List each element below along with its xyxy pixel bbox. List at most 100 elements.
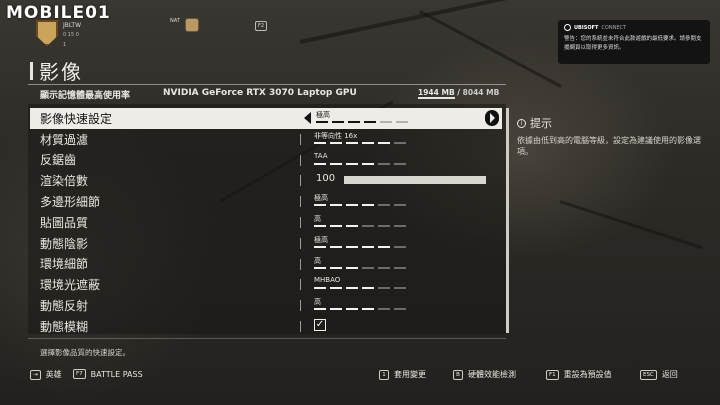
info-icon: i bbox=[517, 118, 526, 128]
footer-label: 返回 bbox=[661, 370, 678, 379]
footer-heroes-button[interactable]: ⇥ 英雄 bbox=[30, 369, 62, 380]
tip-body: 依據由低到高的電腦等級，設定為建議使用的影像選項。 bbox=[517, 136, 701, 156]
setting-label: 影像快速設定 bbox=[40, 111, 113, 126]
quality-level-segment bbox=[394, 245, 406, 248]
player-card[interactable]: JBLTW 0 15 0 1 bbox=[36, 20, 156, 58]
vram-separator: / bbox=[454, 88, 463, 97]
quality-level-segment bbox=[330, 245, 342, 248]
setting-row-dynamic-shadows[interactable]: 動態陰影 極高 bbox=[30, 233, 502, 254]
faction-emblem-icon bbox=[185, 18, 199, 32]
footer-label: BATTLE PASS bbox=[90, 369, 143, 379]
row-divider bbox=[300, 154, 301, 166]
quality-level-segment bbox=[314, 162, 326, 165]
setting-label: 貼圖品質 bbox=[40, 215, 89, 230]
setting-value: 高 bbox=[314, 256, 321, 265]
setting-row-quick-preset[interactable]: 影像快速設定 極高 bbox=[30, 108, 502, 129]
ubisoft-warning-text: 警告：您的系統並未符合此款遊戲的最低要求。請參閱支援網頁以取得更多資訊。 bbox=[564, 36, 702, 51]
quality-level-bar bbox=[314, 224, 406, 227]
quality-level-segment bbox=[394, 204, 406, 207]
quality-level-bar bbox=[314, 204, 406, 207]
quality-level-segment bbox=[378, 224, 390, 227]
setting-row-anti-aliasing[interactable]: 反鋸齒 TAA bbox=[30, 150, 502, 171]
settings-scrollbar[interactable] bbox=[506, 108, 509, 333]
f7-key-icon: F7 bbox=[73, 369, 86, 379]
quality-level-segment bbox=[378, 308, 390, 311]
previous-option-arrow-icon[interactable] bbox=[304, 112, 311, 124]
setting-row-ambient-occlusion[interactable]: 環境光遮蔽 MHBAO bbox=[30, 274, 502, 295]
quality-level-bar bbox=[314, 308, 406, 311]
vram-value: 1944 MB / 8044 MB bbox=[418, 88, 499, 99]
row-divider bbox=[300, 258, 301, 270]
setting-row-environment-detail[interactable]: 環境細節 高 bbox=[30, 254, 502, 275]
quality-level-segment bbox=[330, 266, 342, 269]
setting-row-render-scale[interactable]: 渲染倍數 100 bbox=[30, 170, 502, 191]
quality-level-segment bbox=[362, 266, 374, 269]
ubisoft-connect-label: CONNECT bbox=[601, 24, 627, 31]
description-divider bbox=[28, 338, 506, 339]
footer-battle-pass-button[interactable]: F7 BATTLE PASS bbox=[73, 369, 143, 379]
quality-level-segment bbox=[396, 121, 408, 123]
page-title: 影像 bbox=[39, 60, 83, 84]
quality-level-segment bbox=[346, 245, 358, 248]
footer-back-button[interactable]: ESC 返回 bbox=[640, 369, 678, 380]
quality-level-segment bbox=[314, 141, 326, 144]
quality-level-segment bbox=[330, 224, 342, 227]
quality-level-segment bbox=[362, 308, 374, 311]
render-scale-slider[interactable] bbox=[344, 176, 486, 185]
scrollbar-thumb[interactable] bbox=[506, 108, 509, 333]
tab-key-icon: ⇥ bbox=[30, 369, 41, 380]
render-scale-value: 100 bbox=[316, 173, 336, 185]
quality-level-segment bbox=[362, 245, 374, 248]
setting-row-dynamic-reflections[interactable]: 動態反射 高 bbox=[30, 295, 502, 316]
tip-panel: i 提示 依據由低到高的電腦等級，設定為建議使用的影像選項。 bbox=[517, 115, 707, 157]
setting-row-motion-blur[interactable]: 動態模糊 ✓ bbox=[30, 316, 502, 337]
ubisoft-brand: UBISOFT bbox=[574, 24, 599, 31]
setting-value: 高 bbox=[314, 298, 321, 307]
ubisoft-connect-notification[interactable]: UBISOFT CONNECT 警告：您的系統並未符合此款遊戲的最低要求。請參閱… bbox=[558, 20, 710, 64]
setting-value: 極高 bbox=[314, 194, 328, 203]
faction-tag: NAT bbox=[170, 18, 180, 24]
player-name: JBLTW bbox=[63, 22, 81, 29]
quality-level-segment bbox=[394, 287, 406, 290]
quality-level-bar bbox=[314, 162, 406, 165]
setting-value: TAA bbox=[314, 151, 328, 160]
setting-row-texture-quality[interactable]: 貼圖品質 高 bbox=[30, 212, 502, 233]
setting-label: 動態模糊 bbox=[40, 319, 89, 334]
quality-level-segment bbox=[330, 308, 342, 311]
next-option-arrow-icon[interactable] bbox=[485, 110, 499, 126]
motion-blur-checkbox[interactable]: ✓ bbox=[314, 318, 326, 331]
setting-description: 選擇影像品質的快速設定。 bbox=[40, 348, 130, 357]
vram-used: 1944 MB bbox=[418, 88, 455, 99]
footer-benchmark-button[interactable]: B 硬體效能檢測 bbox=[453, 369, 516, 380]
row-divider bbox=[300, 196, 301, 208]
setting-row-texture-filtering[interactable]: 材質過濾 非等向性 16x bbox=[30, 129, 502, 150]
esc-key-icon: ESC bbox=[640, 369, 657, 380]
emblem-icon bbox=[36, 20, 58, 46]
quality-level-bar bbox=[316, 121, 408, 123]
setting-value: 高 bbox=[314, 214, 321, 223]
footer-label: 套用變更 bbox=[394, 370, 426, 379]
row-divider bbox=[300, 279, 301, 291]
quality-level-segment bbox=[362, 224, 374, 227]
graphics-settings-list: 影像快速設定 極高 材質過濾 非等向性 16x 反鋸齒 TAA 渲染倍數 100… bbox=[30, 108, 502, 337]
row-divider bbox=[300, 175, 301, 187]
setting-value: 非等向性 16x bbox=[314, 131, 358, 140]
setting-label: 多邊形細節 bbox=[40, 195, 101, 210]
setting-value: 極高 bbox=[316, 111, 330, 119]
quality-level-segment bbox=[314, 266, 326, 269]
quality-level-segment bbox=[362, 287, 374, 290]
setting-label: 環境光遮蔽 bbox=[40, 278, 101, 293]
footer-reset-defaults-button[interactable]: F1 重設為預設值 bbox=[546, 369, 612, 380]
quality-level-segment bbox=[362, 162, 374, 165]
f2-hotkey[interactable]: F2 bbox=[255, 21, 268, 31]
quality-level-segment bbox=[394, 162, 406, 165]
quality-level-segment bbox=[330, 204, 342, 207]
player-stats: 0 15 0 bbox=[63, 32, 79, 38]
quality-level-segment bbox=[314, 287, 326, 290]
quality-level-segment bbox=[346, 162, 358, 165]
quality-level-segment bbox=[364, 121, 376, 123]
setting-row-geometry-detail[interactable]: 多邊形細節 極高 bbox=[30, 191, 502, 212]
quality-level-segment bbox=[314, 245, 326, 248]
footer-apply-changes-button[interactable]: 1 套用變更 bbox=[379, 369, 426, 380]
row-divider bbox=[300, 320, 301, 332]
